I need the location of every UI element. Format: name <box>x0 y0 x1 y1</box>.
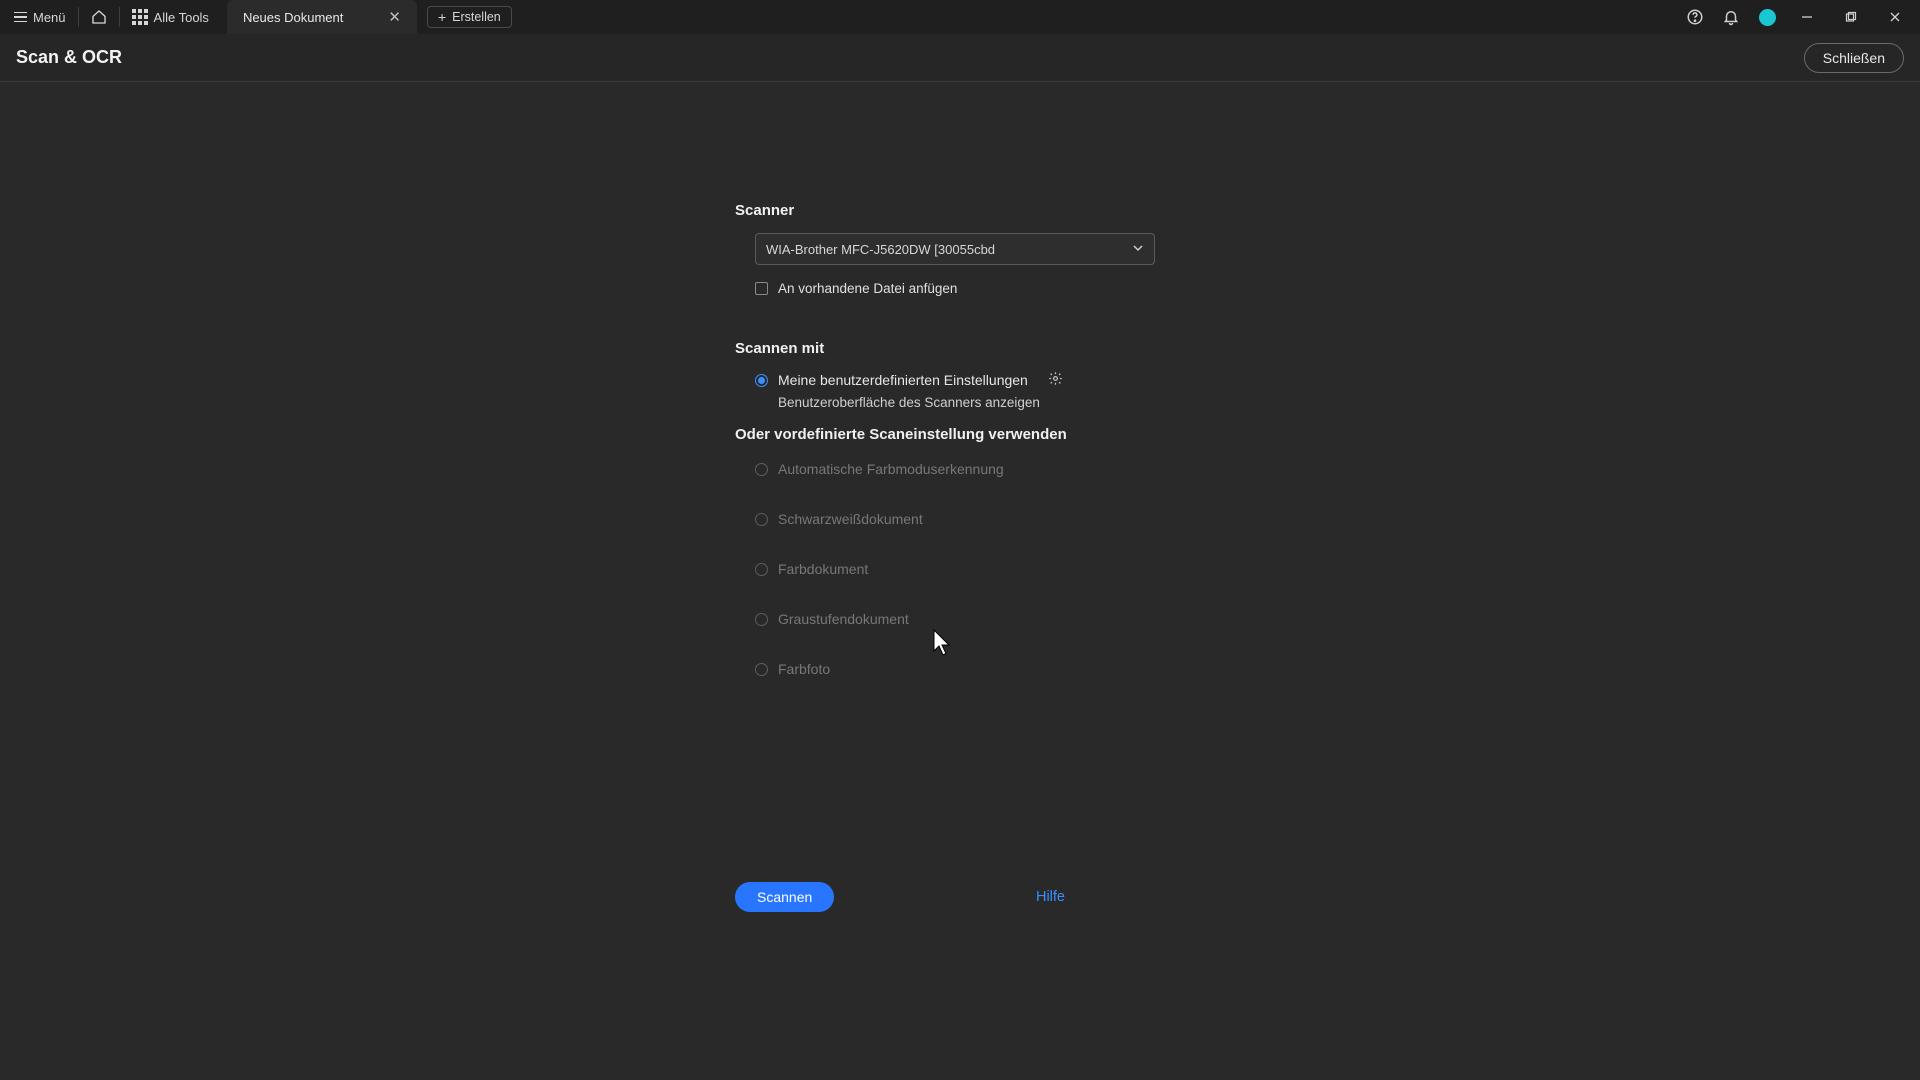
separator <box>78 7 79 27</box>
radio-preset-color-document[interactable]: Farbdokument <box>755 561 1155 577</box>
grid-icon <box>132 9 148 25</box>
radio-custom-settings[interactable]: Meine benutzerdefinierten Einstellungen <box>755 371 1155 389</box>
tab-close-button[interactable]: ✕ <box>384 8 405 26</box>
radio-label: Schwarzweißdokument <box>778 511 923 527</box>
plus-icon: + <box>438 10 446 24</box>
help-circle-icon <box>1686 8 1704 26</box>
tab-label: Neues Dokument <box>243 10 343 25</box>
preset-heading: Oder vordefinierte Scaneinstellung verwe… <box>735 426 1155 443</box>
create-label: Erstellen <box>452 10 501 24</box>
checkbox-icon <box>755 282 768 295</box>
radio-icon <box>755 463 768 476</box>
tool-header: Scan & OCR Schließen <box>0 34 1920 82</box>
home-button[interactable] <box>81 0 117 34</box>
radio-icon <box>755 563 768 576</box>
document-tab[interactable]: Neues Dokument ✕ <box>227 0 417 34</box>
scanner-heading: Scanner <box>735 202 1155 219</box>
menu-label: Menü <box>33 10 66 25</box>
scanner-selected-value: WIA-Brother MFC-J5620DW [30055cbd <box>766 242 995 257</box>
maximize-icon <box>1845 11 1857 23</box>
scan-button[interactable]: Scannen <box>735 882 834 912</box>
radio-preset-auto-color[interactable]: Automatische Farbmoduserkennung <box>755 461 1155 477</box>
radio-icon <box>755 374 768 387</box>
page-title: Scan & OCR <box>16 47 122 68</box>
main-area: Scanner WIA-Brother MFC-J5620DW [30055cb… <box>0 82 1920 1080</box>
avatar-icon <box>1759 9 1776 26</box>
radio-preset-color-photo[interactable]: Farbfoto <box>755 661 1155 677</box>
window-maximize-button[interactable] <box>1830 0 1872 34</box>
hamburger-icon <box>14 12 27 23</box>
radio-label: Graustufendokument <box>778 611 909 627</box>
append-label: An vorhandene Datei anfügen <box>778 281 957 296</box>
radio-preset-grayscale-document[interactable]: Graustufendokument <box>755 611 1155 627</box>
window-close-button[interactable] <box>1874 0 1916 34</box>
titlebar-left: Menü Alle Tools Neues Dokument ✕ <box>4 0 512 34</box>
scanner-select[interactable]: WIA-Brother MFC-J5620DW [30055cbd <box>755 233 1155 265</box>
notifications-button[interactable] <box>1714 0 1748 34</box>
window-minimize-button[interactable] <box>1786 0 1828 34</box>
action-row: Scannen Hilfe <box>735 882 1155 912</box>
home-icon <box>91 9 107 25</box>
scan-with-heading: Scannen mit <box>735 340 1155 357</box>
account-avatar[interactable] <box>1750 0 1784 34</box>
append-checkbox[interactable]: An vorhandene Datei anfügen <box>755 281 1155 296</box>
titlebar: Menü Alle Tools Neues Dokument ✕ <box>0 0 1920 34</box>
close-x-icon: ✕ <box>388 9 401 26</box>
radio-label: Automatische Farbmoduserkennung <box>778 461 1004 477</box>
help-link[interactable]: Hilfe <box>1036 889 1065 905</box>
menu-button[interactable]: Menü <box>4 0 76 34</box>
help-icon-button[interactable] <box>1678 0 1712 34</box>
radio-custom-sublabel: Benutzeroberfläche des Scanners anzeigen <box>778 395 1155 410</box>
radio-icon <box>755 613 768 626</box>
close-icon <box>1889 11 1901 23</box>
gear-icon <box>1048 371 1063 389</box>
chevron-down-icon <box>1132 242 1144 257</box>
minimize-icon <box>1801 11 1813 23</box>
separator <box>119 7 120 27</box>
radio-preset-bw-document[interactable]: Schwarzweißdokument <box>755 511 1155 527</box>
titlebar-right <box>1678 0 1916 34</box>
all-tools-button[interactable]: Alle Tools <box>122 0 219 34</box>
custom-settings-gear-button[interactable] <box>1048 371 1063 389</box>
create-button[interactable]: + Erstellen <box>427 6 512 28</box>
radio-label: Farbdokument <box>778 561 868 577</box>
all-tools-label: Alle Tools <box>154 10 209 25</box>
bell-icon <box>1722 8 1740 26</box>
preset-list: Automatische Farbmoduserkennung Schwarzw… <box>735 461 1155 677</box>
radio-icon <box>755 513 768 526</box>
radio-icon <box>755 663 768 676</box>
close-panel-button[interactable]: Schließen <box>1804 43 1904 73</box>
radio-label: Farbfoto <box>778 661 830 677</box>
scan-form: Scanner WIA-Brother MFC-J5620DW [30055cb… <box>735 202 1155 677</box>
radio-custom-label: Meine benutzerdefinierten Einstellungen <box>778 372 1028 388</box>
